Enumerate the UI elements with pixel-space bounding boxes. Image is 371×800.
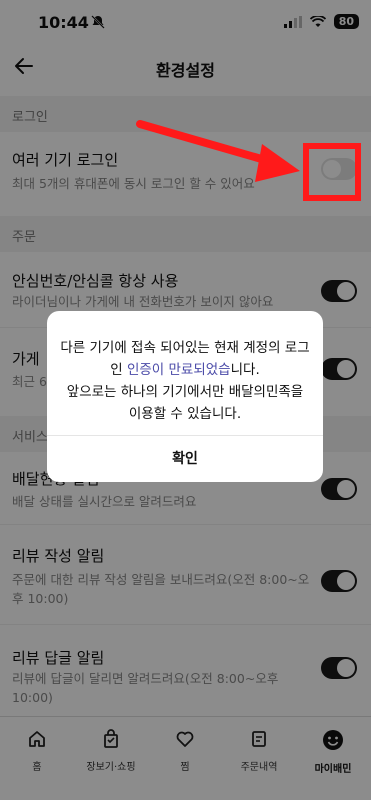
confirm-button[interactable]: 확인 — [47, 436, 323, 482]
dialog-message: 다른 기기에 접속 되어있는 현재 계정의 로그인 인증이 만료되었습니다. 앞… — [59, 337, 311, 425]
dialog-message-line2: 앞으로는 하나의 기기에서만 배달의민족을 이용할 수 있습니다. — [66, 384, 304, 422]
annotation-highlight-box — [303, 143, 361, 201]
dialog-message-link: 인증이 만료되었습 — [126, 362, 231, 378]
session-expired-dialog: 다른 기기에 접속 되어있는 현재 계정의 로그인 인증이 만료되었습니다. 앞… — [47, 311, 323, 482]
dialog-message-part2: 니다. — [230, 362, 260, 378]
